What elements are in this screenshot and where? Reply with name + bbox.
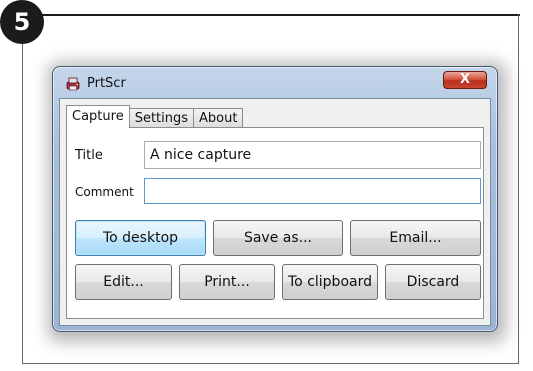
close-button[interactable]: X — [443, 71, 487, 89]
save-as-button[interactable]: Save as... — [213, 220, 343, 256]
prtscr-window: PrtScr X Capture Settings About Title A … — [52, 66, 498, 332]
to-clipboard-button[interactable]: To clipboard — [282, 264, 378, 300]
title-bar[interactable]: PrtScr X — [53, 67, 497, 97]
tab-strip: Capture Settings About — [66, 105, 244, 128]
edit-button[interactable]: Edit... — [75, 264, 172, 300]
window-client-area: Capture Settings About Title A nice capt… — [59, 98, 491, 326]
email-button[interactable]: Email... — [350, 220, 481, 256]
tab-capture[interactable]: Capture — [66, 105, 130, 128]
discard-button[interactable]: Discard — [385, 264, 481, 300]
comment-field[interactable] — [144, 178, 481, 204]
close-icon: X — [459, 72, 471, 87]
title-label: Title — [75, 148, 103, 163]
prtscr-app-icon[interactable] — [65, 76, 81, 92]
window-title: PrtScr — [87, 76, 126, 91]
title-field[interactable]: A nice capture — [144, 141, 481, 169]
tab-about[interactable]: About — [193, 108, 244, 128]
to-desktop-button[interactable]: To desktop — [75, 220, 206, 256]
print-button[interactable]: Print... — [179, 264, 275, 300]
comment-label: Comment — [75, 185, 134, 199]
tab-settings[interactable]: Settings — [128, 108, 195, 128]
step-number-badge: 5 — [0, 0, 44, 44]
capture-tab-panel: Title A nice capture Comment To desktop … — [66, 127, 484, 319]
